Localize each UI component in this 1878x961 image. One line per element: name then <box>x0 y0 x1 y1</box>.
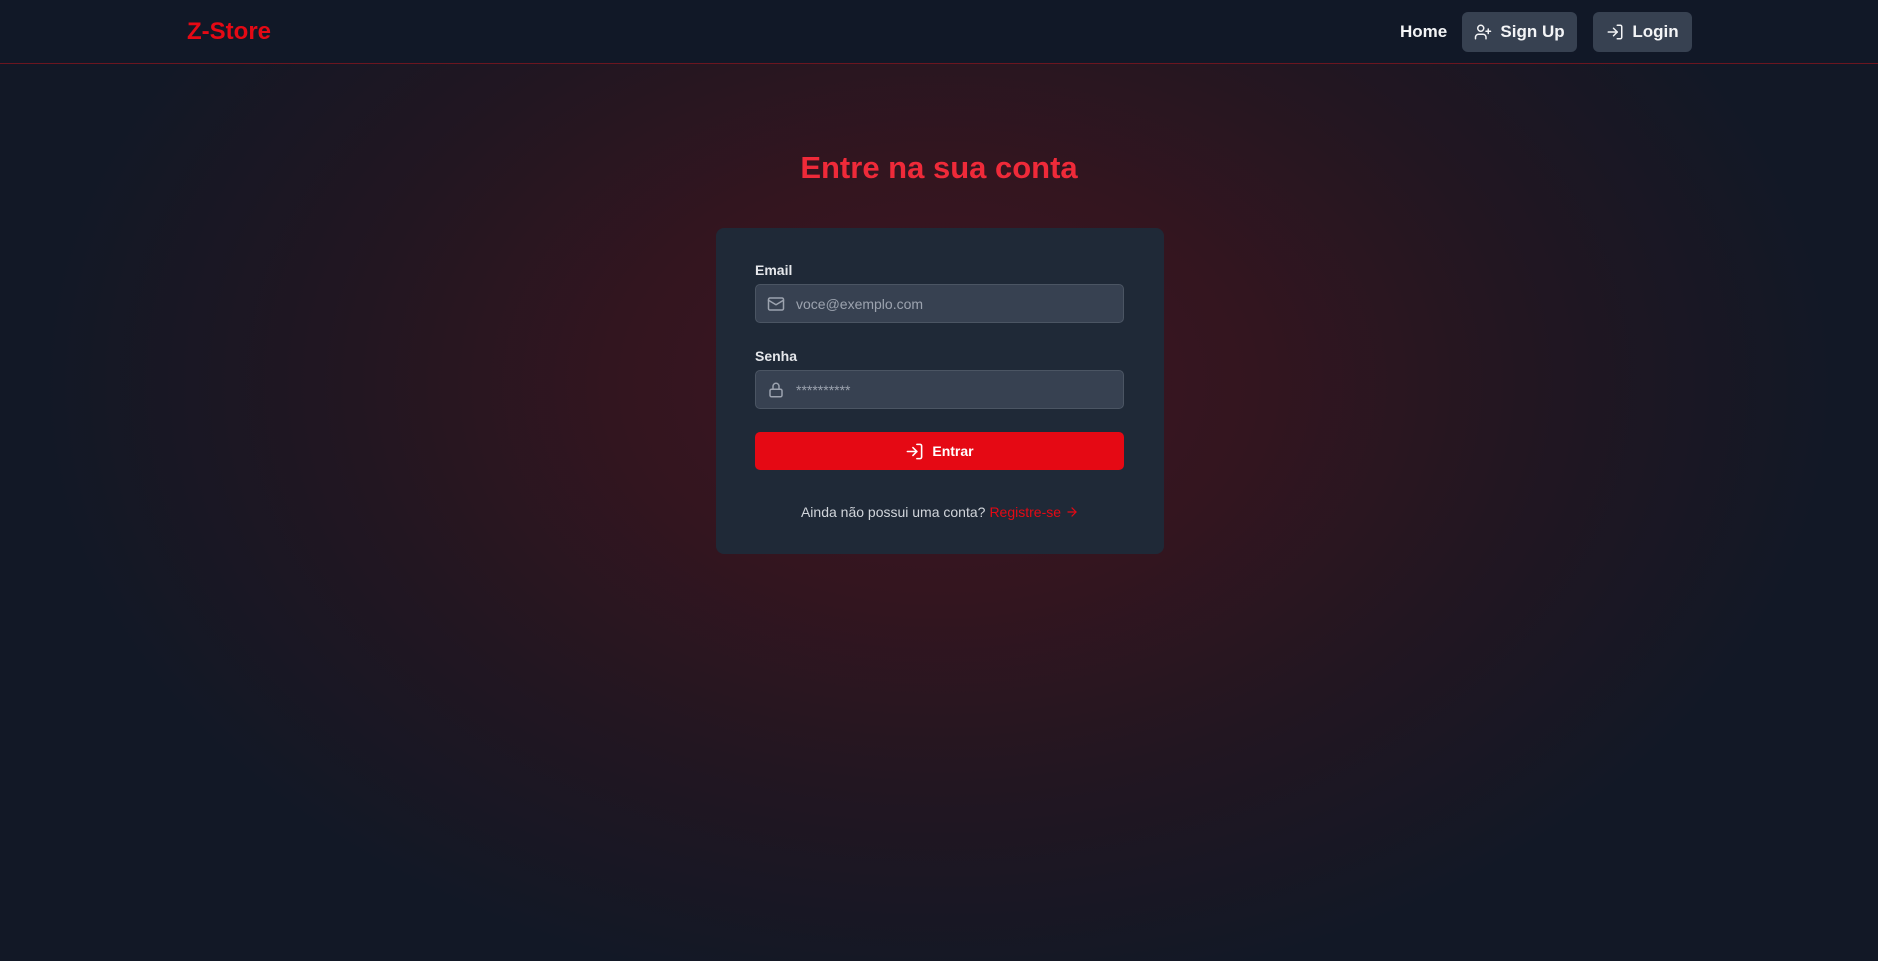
brand-logo[interactable]: Z-Store <box>187 18 271 46</box>
submit-login-label: Entrar <box>932 443 974 459</box>
password-field[interactable] <box>796 371 1116 408</box>
mail-icon <box>767 297 785 311</box>
login-button-label: Login <box>1632 22 1679 41</box>
nav-link-home[interactable]: Home <box>1400 22 1447 42</box>
submit-login-button[interactable]: Entrar <box>755 432 1124 470</box>
password-label: Senha <box>755 348 798 364</box>
email-label: Email <box>755 262 793 278</box>
arrow-right-icon <box>1067 507 1077 517</box>
register-prompt: Ainda não possui uma conta? Registre-se <box>716 504 1164 520</box>
login-card: Email Senha Entrar Ainda não possui uma … <box>716 228 1164 554</box>
signup-button[interactable]: Sign Up <box>1462 12 1577 52</box>
register-link[interactable]: Registre-se <box>989 504 1079 520</box>
email-field-wrapper <box>755 284 1124 323</box>
login-button[interactable]: Login <box>1593 12 1692 52</box>
email-field[interactable] <box>796 285 1116 322</box>
top-navbar: Z-Store Home Sign Up Login <box>0 0 1878 64</box>
signup-button-label: Sign Up <box>1500 22 1565 41</box>
lock-icon <box>769 382 783 398</box>
register-question: Ainda não possui uma conta? <box>800 504 986 520</box>
register-link-label: Registre-se <box>989 504 1062 520</box>
page-title: Entre na sua conta <box>800 150 1078 185</box>
log-in-icon <box>1607 24 1623 40</box>
password-field-wrapper <box>755 370 1124 409</box>
user-plus-icon <box>1475 24 1492 40</box>
log-in-icon <box>906 443 923 459</box>
